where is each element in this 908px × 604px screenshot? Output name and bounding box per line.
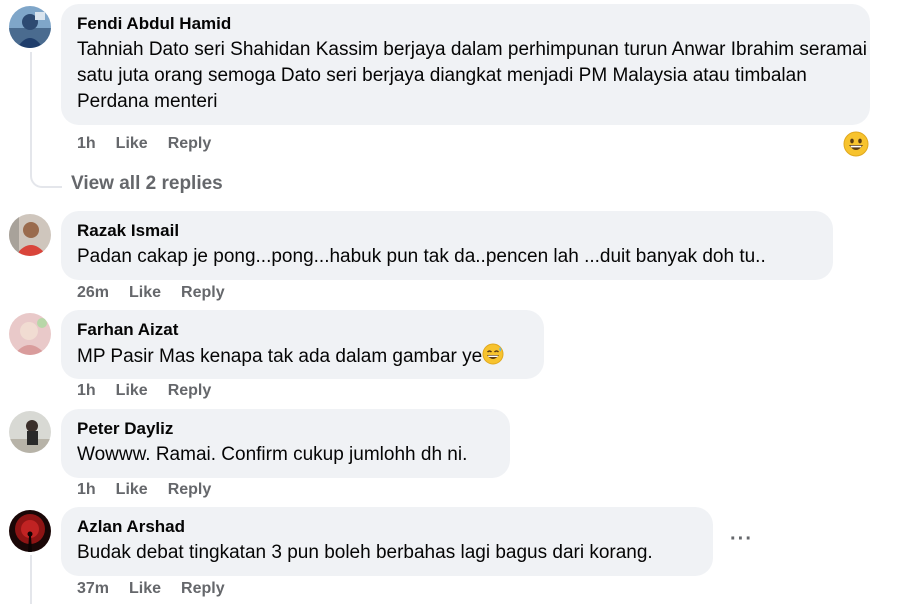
like-button[interactable]: Like xyxy=(129,580,161,598)
avatar[interactable] xyxy=(9,313,51,355)
like-button[interactable]: Like xyxy=(129,284,161,302)
avatar[interactable] xyxy=(9,6,51,48)
comment-author[interactable]: Azlan Arshad xyxy=(77,516,699,538)
thread-hook xyxy=(30,168,62,188)
timestamp[interactable]: 1h xyxy=(77,135,96,153)
reply-button[interactable]: Reply xyxy=(168,382,212,400)
comment-text: Wowww. Ramai. Confirm cukup jumlohh dh n… xyxy=(77,444,468,465)
timestamp[interactable]: 1h xyxy=(77,382,96,400)
comment-text: Tahniah Dato seri Shahidan Kassim berjay… xyxy=(77,39,867,112)
comment-actions: 37m Like Reply xyxy=(77,580,245,598)
comment-text: MP Pasir Mas kenapa tak ada dalam gambar… xyxy=(77,343,530,373)
comment-author[interactable]: Peter Dayliz xyxy=(77,418,496,440)
reply-button[interactable]: Reply xyxy=(168,135,212,153)
comment-actions: 1h Like Reply xyxy=(77,135,231,153)
thread-line xyxy=(30,52,32,176)
comment-author[interactable]: Razak Ismail xyxy=(77,220,819,242)
comment-bubble: Fendi Abdul Hamid Tahniah Dato seri Shah… xyxy=(61,4,870,125)
timestamp[interactable]: 37m xyxy=(77,580,109,598)
like-button[interactable]: Like xyxy=(116,135,148,153)
comment-actions: 26m Like Reply xyxy=(77,284,245,302)
timestamp[interactable]: 26m xyxy=(77,284,109,302)
thread-line xyxy=(30,555,32,604)
avatar[interactable] xyxy=(9,510,51,552)
timestamp[interactable]: 1h xyxy=(77,481,96,499)
reply-button[interactable]: Reply xyxy=(181,284,225,302)
comment-text: Padan cakap je pong...pong...habuk pun t… xyxy=(77,246,766,267)
comment-bubble: Azlan Arshad Budak debat tingkatan 3 pun… xyxy=(61,507,713,576)
comment-bubble: Farhan Aizat MP Pasir Mas kenapa tak ada… xyxy=(61,310,544,379)
comment-actions: 1h Like Reply xyxy=(77,481,231,499)
reply-button[interactable]: Reply xyxy=(168,481,212,499)
comment-text-content: MP Pasir Mas kenapa tak ada dalam gambar… xyxy=(77,346,483,367)
view-replies-link[interactable]: View all 2 replies xyxy=(71,173,223,195)
comment-bubble: Peter Dayliz Wowww. Ramai. Confirm cukup… xyxy=(61,409,510,478)
comment-text: Budak debat tingkatan 3 pun boleh berbah… xyxy=(77,542,653,563)
sweat-smile-emoji-icon xyxy=(482,343,504,373)
comment-author[interactable]: Fendi Abdul Hamid xyxy=(77,13,856,35)
comment-author[interactable]: Farhan Aizat xyxy=(77,319,530,341)
like-button[interactable]: Like xyxy=(116,382,148,400)
like-button[interactable]: Like xyxy=(116,481,148,499)
reply-button[interactable]: Reply xyxy=(181,580,225,598)
avatar[interactable] xyxy=(9,411,51,453)
comment-actions: 1h Like Reply xyxy=(77,382,231,400)
avatar[interactable] xyxy=(9,214,51,256)
comment-bubble: Razak Ismail Padan cakap je pong...pong.… xyxy=(61,211,833,280)
grinning-emoji-icon[interactable] xyxy=(843,131,869,157)
more-options-icon[interactable]: ··· xyxy=(730,528,753,551)
